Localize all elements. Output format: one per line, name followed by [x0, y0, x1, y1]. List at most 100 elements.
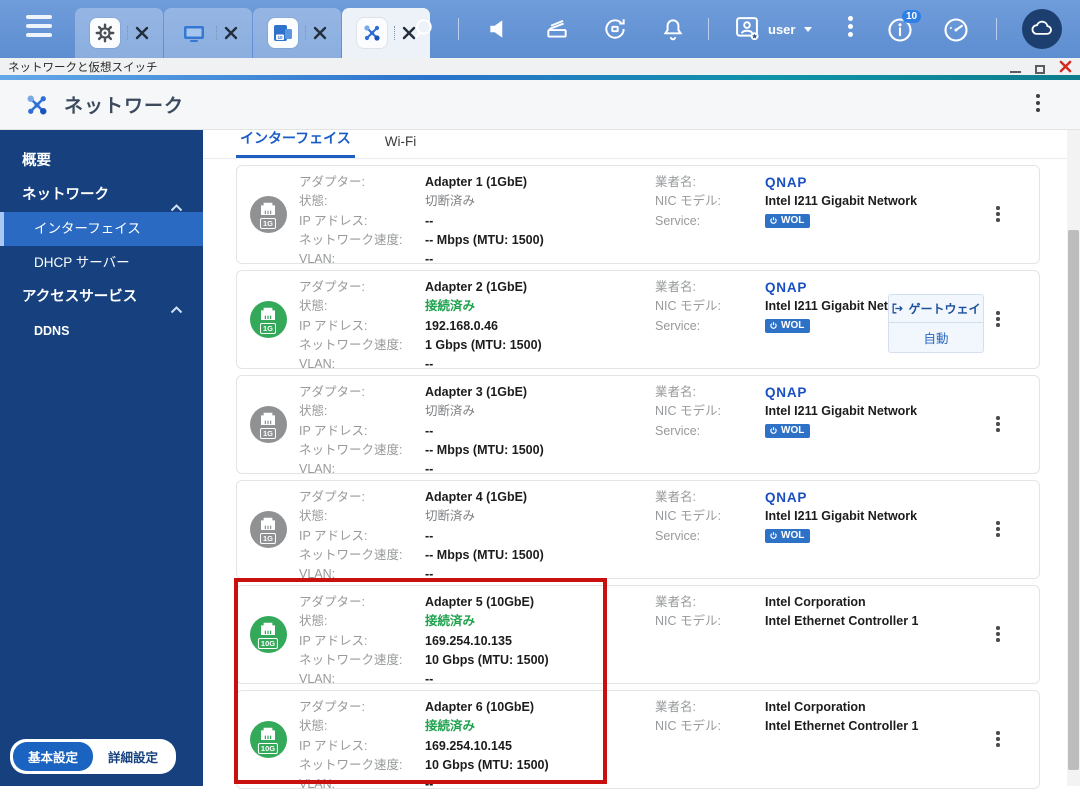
cloud-icon[interactable] — [1022, 9, 1062, 49]
row-menu-button[interactable] — [996, 416, 1006, 436]
tab-divider — [304, 26, 306, 40]
row-menu-button[interactable] — [996, 521, 1006, 541]
storage-icon: 10 — [267, 18, 298, 48]
chevron-down-icon — [804, 27, 813, 32]
system-info-icon[interactable]: 10 — [886, 10, 922, 42]
adapter-card-6: 10G アダプター: Adapter 6 (10GbE) 状態: 接続済み IP ア… — [236, 690, 1040, 791]
vlan-value: -- — [425, 252, 434, 267]
ethernet-port-icon: 1G — [249, 196, 287, 233]
sidebar-group-access-services[interactable]: アクセスサービス — [0, 280, 203, 314]
network-nodes-icon — [356, 18, 387, 48]
header-menu-button[interactable] — [1036, 94, 1052, 116]
adapter-name: Adapter 1 (1GbE) — [425, 175, 528, 189]
ip-address: -- — [425, 528, 434, 543]
adapter-list: 1G アダプター: Adapter 1 (1GbE) 状態: 切断済み IP アドレ… — [236, 165, 1040, 795]
content-tabbar: インターフェイス Wi-Fi — [203, 130, 1080, 159]
more-options-icon[interactable] — [848, 16, 858, 42]
vendor-name: Intel Corporation — [765, 595, 866, 609]
main-menu-button[interactable] — [26, 15, 54, 42]
sidebar-item-ddns[interactable]: DDNS — [0, 314, 203, 348]
close-icon[interactable] — [224, 26, 238, 40]
minimize-icon[interactable] — [1010, 71, 1021, 73]
nic-model: Intel Ethernet Controller 1 — [765, 614, 919, 629]
background-task-icon[interactable] — [544, 16, 570, 42]
close-icon[interactable] — [313, 26, 327, 40]
row-menu-button[interactable] — [996, 731, 1006, 751]
search-icon[interactable] — [412, 16, 438, 42]
sync-icon[interactable] — [602, 16, 628, 42]
network-app-icon — [22, 90, 52, 120]
volume-icon[interactable] — [486, 16, 512, 42]
notification-count-badge: 10 — [902, 10, 922, 23]
wol-badge: WOL — [765, 318, 811, 333]
adapter-card-4: 1G アダプター: Adapter 4 (1GbE) 状態: 切断済み IP アドレ… — [236, 480, 1040, 581]
vendor-logo: QNAP — [765, 175, 808, 190]
nic-model: Intel I211 Gigabit Network — [765, 404, 918, 419]
sidebar: 概要 ネットワーク インターフェイス DHCP サーバー アクセスサービス DD… — [0, 130, 203, 786]
window-titlebar: ネットワークと仮想スイッチ — [0, 58, 1080, 75]
sidebar-item-dhcp-server[interactable]: DHCP サーバー — [0, 246, 203, 280]
sidebar-group-network[interactable]: ネットワーク — [0, 178, 203, 212]
row-menu-button[interactable] — [996, 311, 1006, 331]
status-badge: 切断済み — [425, 509, 476, 524]
adapter-name: Adapter 3 (1GbE) — [425, 385, 528, 399]
tab-wifi[interactable]: Wi-Fi — [385, 134, 416, 158]
close-icon[interactable] — [135, 26, 149, 40]
ip-address: 169.254.10.145 — [425, 738, 512, 753]
resource-monitor-icon[interactable] — [942, 16, 968, 42]
scrollbar-thumb[interactable] — [1068, 230, 1079, 770]
adapter-name: Adapter 6 (10GbE) — [425, 700, 535, 714]
nic-model: Intel Ethernet Controller 1 — [765, 719, 919, 734]
sidebar-item-interfaces[interactable]: インターフェイス — [0, 212, 203, 246]
basic-settings-button[interactable]: 基本設定 — [13, 742, 94, 771]
tab-divider — [393, 26, 395, 40]
window-tab-desktop[interactable] — [164, 8, 252, 58]
svg-text:10: 10 — [277, 35, 283, 40]
status-badge: 接続済み — [425, 614, 476, 629]
user-name: user — [768, 22, 796, 37]
main-content: インターフェイス Wi-Fi 1G アダプター: Adapter 1 (1GbE)… — [203, 130, 1080, 791]
window-title: ネットワークと仮想スイッチ — [8, 61, 158, 74]
gear-icon — [89, 18, 120, 48]
advanced-settings-button[interactable]: 詳細設定 — [93, 742, 173, 771]
taskbar: 10 user 10 — [0, 0, 1080, 58]
ethernet-port-icon: 1G — [249, 406, 287, 443]
wol-badge: WOL — [765, 423, 811, 438]
notification-bell-icon[interactable] — [660, 16, 686, 42]
monitor-icon — [179, 18, 209, 48]
toolbar-divider — [996, 18, 997, 40]
user-avatar-icon — [733, 14, 761, 45]
network-speed: 10 Gbps (MTU: 1500) — [425, 652, 549, 667]
nic-model: Intel I211 Gigabit Network — [765, 194, 918, 209]
ip-address: 192.168.0.46 — [425, 318, 498, 333]
nic-model: Intel I211 Gigabit Network — [765, 509, 918, 524]
sidebar-item-overview[interactable]: 概要 — [0, 144, 203, 178]
scrollbar[interactable] — [1067, 130, 1080, 786]
row-menu-button[interactable] — [996, 626, 1006, 646]
user-menu[interactable]: user — [733, 14, 813, 45]
window-tab-storage[interactable]: 10 — [253, 8, 341, 58]
vlan-value: -- — [425, 777, 434, 792]
adapter-name: Adapter 4 (1GbE) — [425, 490, 528, 504]
gateway-button[interactable]: ゲートウェイ 自動 — [888, 294, 984, 353]
settings-mode-toggle: 基本設定 詳細設定 — [10, 739, 177, 774]
ethernet-port-icon: 1G — [249, 511, 287, 548]
maximize-icon[interactable] — [1035, 64, 1045, 74]
window-tab-control-panel[interactable] — [75, 8, 163, 58]
vlan-value: -- — [425, 462, 434, 477]
network-speed: -- Mbps (MTU: 1500) — [425, 232, 544, 247]
ethernet-port-icon: 10G — [249, 721, 287, 758]
network-speed: -- Mbps (MTU: 1500) — [425, 442, 544, 457]
ip-address: 169.254.10.135 — [425, 633, 512, 648]
tab-divider — [126, 26, 128, 40]
ip-address: -- — [425, 213, 434, 228]
page-title: ネットワーク — [64, 96, 185, 117]
adapter-name: Adapter 2 (1GbE) — [425, 280, 528, 294]
status-badge: 切断済み — [425, 404, 476, 419]
tab-interfaces[interactable]: インターフェイス — [236, 128, 355, 158]
adapter-name: Adapter 5 (10GbE) — [425, 595, 535, 609]
adapter-card-5: 10G アダプター: Adapter 5 (10GbE) 状態: 接続済み IP ア… — [236, 585, 1040, 686]
row-menu-button[interactable] — [996, 206, 1006, 226]
status-badge: 接続済み — [425, 719, 476, 734]
status-badge: 切断済み — [425, 194, 476, 209]
